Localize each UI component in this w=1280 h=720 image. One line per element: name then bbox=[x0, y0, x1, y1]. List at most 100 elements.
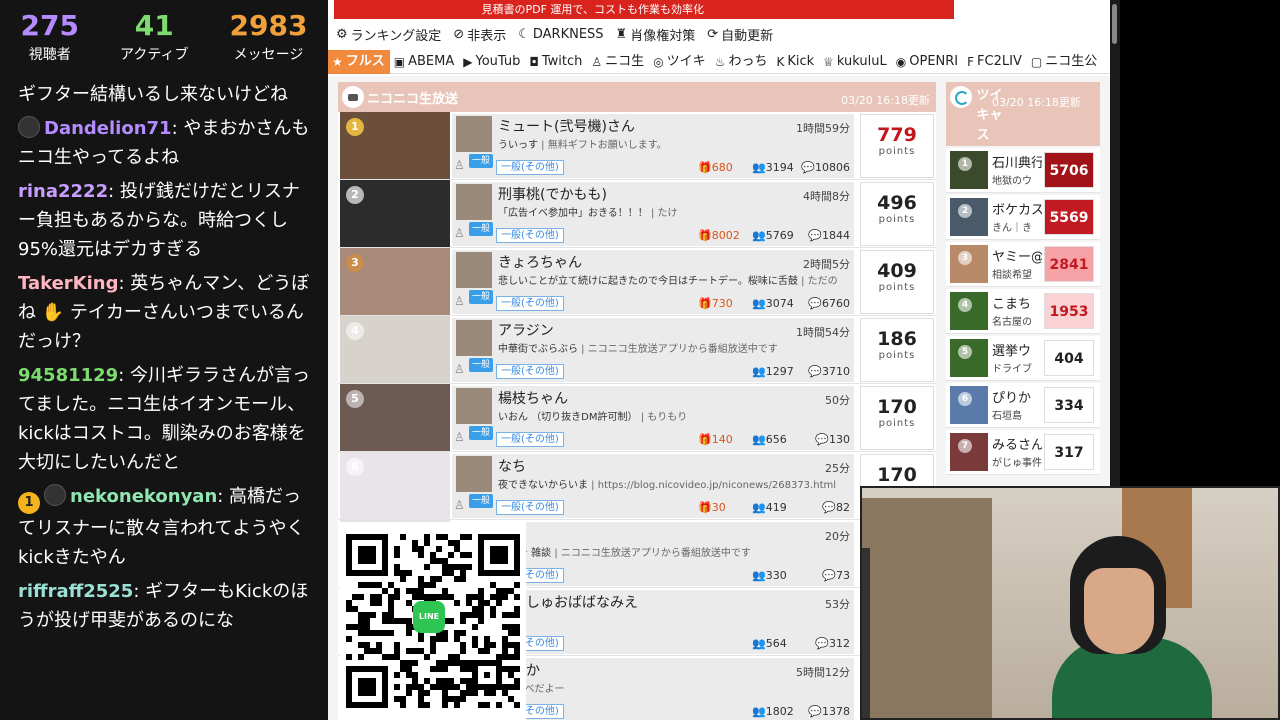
twicas-ranking-row[interactable]: 4 こまち 名古屋の 1953 bbox=[946, 289, 1100, 334]
comment-value: 130 bbox=[829, 433, 850, 446]
tab-7[interactable]: K Kick bbox=[772, 50, 819, 74]
toolbar-button-3[interactable]: ♜ 肖像権対策 bbox=[616, 25, 696, 44]
twicas-ranking-row[interactable]: 1 石川典行 地獄のウ 5706 bbox=[946, 148, 1100, 193]
streamer-name[interactable]: アラジン bbox=[498, 320, 554, 340]
toolbar-button-label: 肖像権対策 bbox=[630, 28, 696, 44]
twicas-avatar[interactable]: 4 bbox=[950, 292, 988, 330]
twicas-avatar[interactable]: 3 bbox=[950, 245, 988, 283]
comment-count: 💬10806 bbox=[801, 161, 850, 174]
stream-duration: 1時間54分 bbox=[796, 326, 850, 339]
twicas-ranking-row[interactable]: 3 ヤミー@ 相談希望 2841 bbox=[946, 242, 1100, 287]
category-tag[interactable]: 一般(その他) bbox=[496, 364, 564, 379]
stat-label: アクティブ bbox=[120, 47, 189, 63]
streamer-avatar[interactable] bbox=[456, 388, 492, 424]
twicas-ranking-row[interactable]: 5 選挙ウ ドライブ 404 bbox=[946, 336, 1100, 381]
streamer-avatar[interactable] bbox=[456, 184, 492, 220]
category-tag[interactable]: 一般(その他) bbox=[496, 228, 564, 243]
toolbar-button-label: 非表示 bbox=[467, 28, 507, 44]
streamer-avatar[interactable] bbox=[456, 116, 492, 152]
rank-badge: 3 bbox=[958, 251, 972, 265]
stream-title: いおん （切り抜きDM許可制） | もりもり bbox=[498, 408, 850, 423]
viewer-value: 3074 bbox=[765, 297, 794, 310]
stream-thumbnail[interactable]: 4 bbox=[340, 316, 450, 383]
toolbar-button-2[interactable]: ☾ DARKNESS bbox=[518, 27, 603, 42]
tab-11[interactable]: ▢ ニコ生公 bbox=[1027, 50, 1102, 74]
rank-badge: 6 bbox=[958, 392, 972, 406]
twicas-avatar[interactable]: 5 bbox=[950, 339, 988, 377]
stream-title-main: ういっす bbox=[498, 140, 538, 151]
twicas-avatar[interactable]: 1 bbox=[950, 151, 988, 189]
twicas-avatar[interactable]: 7 bbox=[950, 433, 988, 471]
tab-3[interactable]: ◘ Twitch bbox=[525, 50, 587, 74]
chat-message: TakerKing: 英ちゃんマン、どうぼね ✋ テイカーさんいつまでいるんだっ… bbox=[18, 269, 310, 356]
viewers-icon: 👥 bbox=[752, 637, 766, 650]
streamer-avatar[interactable] bbox=[456, 252, 492, 288]
chat-username[interactable]: nekonekonyan bbox=[70, 486, 217, 507]
twicas-streamer-name[interactable]: ボケカス bbox=[992, 199, 1042, 218]
chat-message: ギフター結構いるし来ないけどね bbox=[18, 80, 310, 109]
twicas-streamer-name[interactable]: ぴりか bbox=[992, 387, 1042, 406]
streamer-avatar[interactable] bbox=[456, 320, 492, 356]
category-tag[interactable]: 一般(その他) bbox=[496, 500, 564, 515]
stream-thumbnail[interactable]: 3 bbox=[340, 248, 450, 315]
twicas-stream-title: 相談希望 bbox=[992, 270, 1032, 281]
chat-username[interactable]: 94581129 bbox=[18, 365, 118, 386]
stream-duration: 4時間8分 bbox=[803, 190, 850, 203]
tab-9[interactable]: ◉ OPENRI bbox=[892, 50, 963, 74]
nico-ranking-row[interactable]: 3 きょろちゃん 2時間5分 悲しいことが立て続けに起きたので今日はチートデー。桜味に… bbox=[338, 248, 936, 316]
chat-username[interactable]: Dandelion71 bbox=[44, 118, 172, 139]
viewer-value: 419 bbox=[765, 501, 787, 514]
rank-badge: 4 bbox=[346, 322, 364, 340]
toolbar-button-0[interactable]: ⚙ ランキング設定 bbox=[336, 25, 441, 44]
comment-icon: 💬 bbox=[822, 501, 836, 514]
stream-title: | たなべだよー bbox=[498, 680, 850, 695]
streamer-name[interactable]: なち bbox=[498, 456, 526, 476]
twicas-streamer-name[interactable]: ヤミー@ bbox=[992, 246, 1042, 265]
comment-icon: 💬 bbox=[815, 433, 829, 446]
tab-2[interactable]: ▶ YouTub bbox=[459, 50, 525, 74]
streamer-avatar[interactable] bbox=[456, 456, 492, 492]
twicas-streamer-name[interactable]: 石川典行 bbox=[992, 152, 1042, 171]
tab-0[interactable]: ★ フルス bbox=[328, 50, 390, 74]
ad-banner[interactable]: 見積書のPDF 運用で、コストも作業も効率化 bbox=[334, 0, 954, 19]
scrollbar-thumb[interactable] bbox=[1112, 4, 1117, 44]
nico-ranking-row[interactable]: 1 ミュート(弐号機)さん 1時間59分 ういっす | 無料ギフトお願いします。 ♙ 一般… bbox=[338, 112, 936, 180]
stream-thumbnail[interactable]: 5 bbox=[340, 384, 450, 451]
toolbar-button-1[interactable]: ⊘ 非表示 bbox=[453, 25, 506, 44]
toolbar-button-4[interactable]: ⟳ 自動更新 bbox=[707, 25, 773, 44]
title-separator: | bbox=[538, 140, 548, 151]
tab-6[interactable]: ♨ わっち bbox=[711, 50, 773, 74]
streamer-name[interactable]: 刑事桃(でかもも) bbox=[498, 184, 607, 204]
twicas-ranking-row[interactable]: 2 ボケカス きん｜き 5569 bbox=[946, 195, 1100, 240]
chat-username[interactable]: riffraff2525 bbox=[18, 581, 133, 602]
twicas-streamer-name[interactable]: 選挙ウ bbox=[992, 340, 1042, 359]
nico-ranking-row[interactable]: 2 刑事桃(でかもも) 4時間8分 「広告イベ参加中」おきる！！！ | たけ ♙ 一般 一般… bbox=[338, 180, 936, 248]
nico-ranking-row[interactable]: 4 アラジン 1時間54分 中華街でぶらぶら | ニコニコ生放送アプリから番組放送中で… bbox=[338, 316, 936, 384]
category-tag[interactable]: 一般(その他) bbox=[496, 432, 564, 447]
stream-thumbnail[interactable]: 2 bbox=[340, 180, 450, 247]
twicas-ranking-row[interactable]: 7 みるさん がじゅ事件 317 bbox=[946, 430, 1100, 475]
stream-thumbnail[interactable]: 1 bbox=[340, 112, 450, 179]
twicas-streamer-name[interactable]: みるさん bbox=[992, 434, 1042, 453]
gift-count: 🎁8002 bbox=[698, 229, 740, 242]
tab-1[interactable]: ▣ ABEMA bbox=[390, 50, 459, 74]
twicas-avatar[interactable]: 2 bbox=[950, 198, 988, 236]
category-tag[interactable]: 一般(その他) bbox=[496, 160, 564, 175]
tab-platform-icon: ▢ bbox=[1030, 55, 1043, 69]
streamer-name[interactable]: ミュート(弐号機)さん bbox=[498, 116, 635, 136]
stream-thumbnail[interactable]: 6 bbox=[340, 452, 450, 519]
chat-username[interactable]: rina2222 bbox=[18, 181, 108, 202]
twicas-streamer-name[interactable]: こまち bbox=[992, 293, 1042, 312]
streamer-name[interactable]: きょろちゃん bbox=[498, 252, 582, 272]
nico-ranking-row[interactable]: 6 なち 25分 夜できないからいま | https://blog.nicovideo… bbox=[338, 452, 936, 520]
nico-ranking-row[interactable]: 5 楊枝ちゃん 50分 いおん （切り抜きDM許可制） | もりもり ♙ 一般 一般(その他… bbox=[338, 384, 936, 452]
tab-10[interactable]: F FC2LIV bbox=[963, 50, 1027, 74]
chat-username[interactable]: TakerKing bbox=[18, 273, 119, 294]
tab-8[interactable]: ♕ kukuluL bbox=[819, 50, 892, 74]
twicas-avatar[interactable]: 6 bbox=[950, 386, 988, 424]
twicas-ranking-row[interactable]: 6 ぴりか 石垣島 334 bbox=[946, 383, 1100, 428]
category-tag[interactable]: 一般(その他) bbox=[496, 296, 564, 311]
tab-5[interactable]: ◎ ツイキ bbox=[649, 50, 711, 74]
tab-4[interactable]: ♙ ニコ生 bbox=[587, 50, 649, 74]
streamer-name[interactable]: 楊枝ちゃん bbox=[498, 388, 568, 408]
